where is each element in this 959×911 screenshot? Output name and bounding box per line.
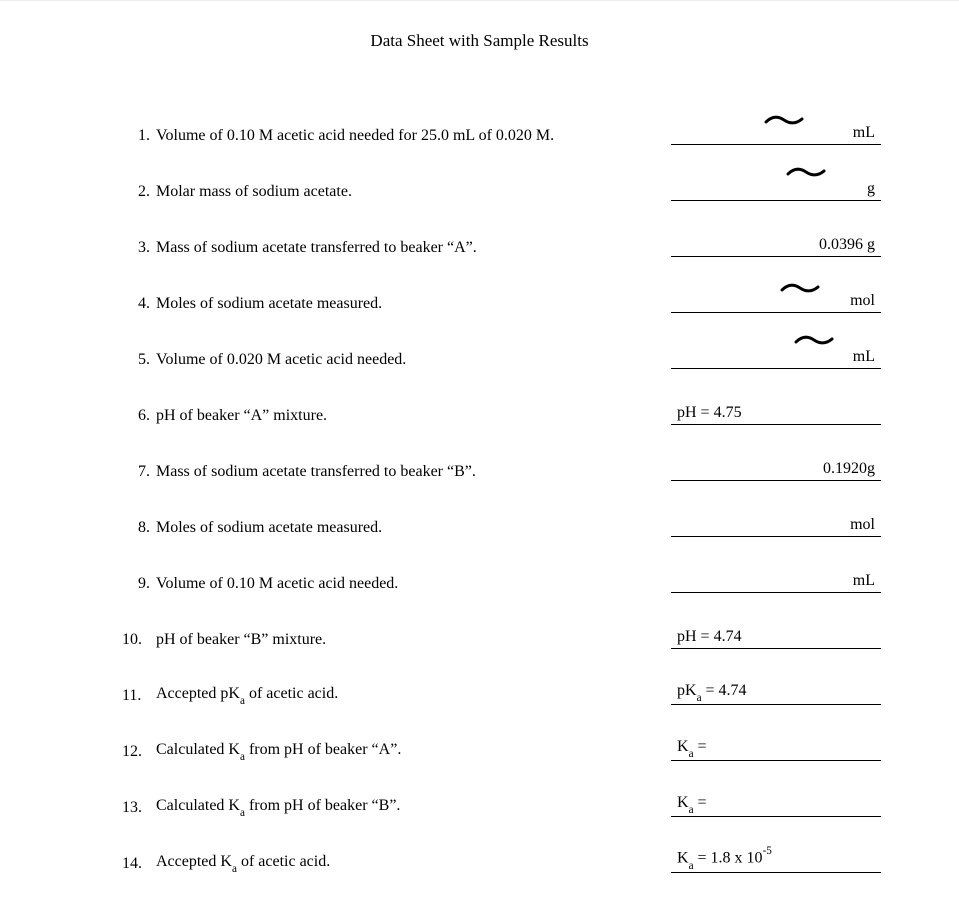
row-label: pH of beaker “B” mixture.: [156, 631, 671, 649]
row-label: Volume of 0.10 M acetic acid needed.: [156, 575, 671, 593]
data-row: 12.Calculated Ka from pH of beaker “A”.K…: [122, 717, 881, 773]
row-label: Volume of 0.020 M acetic acid needed.: [156, 351, 671, 369]
handwritten-mark-icon: [786, 165, 826, 179]
page-title: Data Sheet with Sample Results: [0, 31, 959, 51]
answer-cell: mL: [671, 119, 881, 145]
row-label: Molar mass of sodium acetate.: [156, 183, 671, 201]
answer-cell: g: [671, 175, 881, 201]
data-row: 7.Mass of sodium acetate transferred to …: [122, 437, 881, 493]
row-number: 12.: [122, 743, 156, 761]
answer-unit: 0.0396 g: [776, 236, 881, 254]
data-sheet-page: Data Sheet with Sample Results 1.Volume …: [0, 0, 959, 911]
row-number: 5.: [122, 351, 156, 369]
rows-container: 1.Volume of 0.10 M acetic acid needed fo…: [0, 101, 959, 885]
answer-cell: pH = 4.75: [671, 399, 881, 425]
data-row: 11.Accepted pKa of acetic acid.pKa = 4.7…: [122, 661, 881, 717]
answer-value: pH = 4.74: [671, 628, 881, 646]
data-row: 9.Volume of 0.10 M acetic acid needed. mL: [122, 549, 881, 605]
data-row: 6.pH of beaker “A” mixture.pH = 4.75: [122, 381, 881, 437]
row-label: Calculated Ka from pH of beaker “A”.: [156, 741, 671, 761]
answer-cell: 0.0396 g: [671, 231, 881, 257]
row-number: 3.: [122, 239, 156, 257]
answer-cell: Ka =: [671, 791, 881, 817]
row-label: Mass of sodium acetate transferred to be…: [156, 463, 671, 481]
row-label: Calculated Ka from pH of beaker “B”.: [156, 797, 671, 817]
answer-cell: mol: [671, 287, 881, 313]
row-number: 4.: [122, 295, 156, 313]
answer-value: pH = 4.75: [671, 404, 881, 422]
answer-cell: Ka =: [671, 735, 881, 761]
data-row: 1.Volume of 0.10 M acetic acid needed fo…: [122, 101, 881, 157]
answer-cell: 0.1920g: [671, 455, 881, 481]
answer-unit: mol: [776, 292, 881, 310]
answer-unit: g: [776, 180, 881, 198]
answer-value: Ka = 1.8 x 10-5: [671, 847, 881, 870]
row-number: 9.: [122, 575, 156, 593]
answer-value: Ka =: [671, 794, 881, 814]
answer-value: Ka =: [671, 738, 881, 758]
data-row: 5.Volume of 0.020 M acetic acid needed. m…: [122, 325, 881, 381]
handwritten-mark-icon: [794, 333, 834, 347]
answer-cell: mol: [671, 511, 881, 537]
row-number: 8.: [122, 519, 156, 537]
row-number: 13.: [122, 799, 156, 817]
row-label: Moles of sodium acetate measured.: [156, 519, 671, 537]
row-number: 1.: [122, 127, 156, 145]
data-row: 4.Moles of sodium acetate measured. mol: [122, 269, 881, 325]
data-row: 3.Mass of sodium acetate transferred to …: [122, 213, 881, 269]
data-row: 2.Molar mass of sodium acetate. g: [122, 157, 881, 213]
data-row: 13.Calculated Ka from pH of beaker “B”.K…: [122, 773, 881, 829]
row-number: 7.: [122, 463, 156, 481]
answer-unit: mL: [776, 124, 881, 142]
answer-cell: pKa = 4.74: [671, 679, 881, 705]
answer-value: pKa = 4.74: [671, 682, 881, 702]
answer-cell: mL: [671, 343, 881, 369]
data-row: 10.pH of beaker “B” mixture.pH = 4.74: [122, 605, 881, 661]
answer-cell: mL: [671, 567, 881, 593]
data-row: 8.Moles of sodium acetate measured. mol: [122, 493, 881, 549]
answer-unit: mL: [776, 572, 881, 590]
row-number: 14.: [122, 855, 156, 873]
row-number: 2.: [122, 183, 156, 201]
answer-cell: Ka = 1.8 x 10-5: [671, 847, 881, 873]
answer-cell: pH = 4.74: [671, 623, 881, 649]
row-number: 10.: [122, 631, 156, 649]
row-label: Accepted pKa of acetic acid.: [156, 685, 671, 705]
row-label: Volume of 0.10 M acetic acid needed for …: [156, 127, 671, 145]
answer-unit: 0.1920g: [776, 460, 881, 478]
row-label: pH of beaker “A” mixture.: [156, 407, 671, 425]
row-label: Moles of sodium acetate measured.: [156, 295, 671, 313]
answer-unit: mol: [776, 516, 881, 534]
row-number: 6.: [122, 407, 156, 425]
data-row: 14.Accepted Ka of acetic acid.Ka = 1.8 x…: [122, 829, 881, 885]
row-label: Mass of sodium acetate transferred to be…: [156, 239, 671, 257]
row-label: Accepted Ka of acetic acid.: [156, 853, 671, 873]
answer-unit: mL: [776, 348, 881, 366]
row-number: 11.: [122, 687, 156, 705]
